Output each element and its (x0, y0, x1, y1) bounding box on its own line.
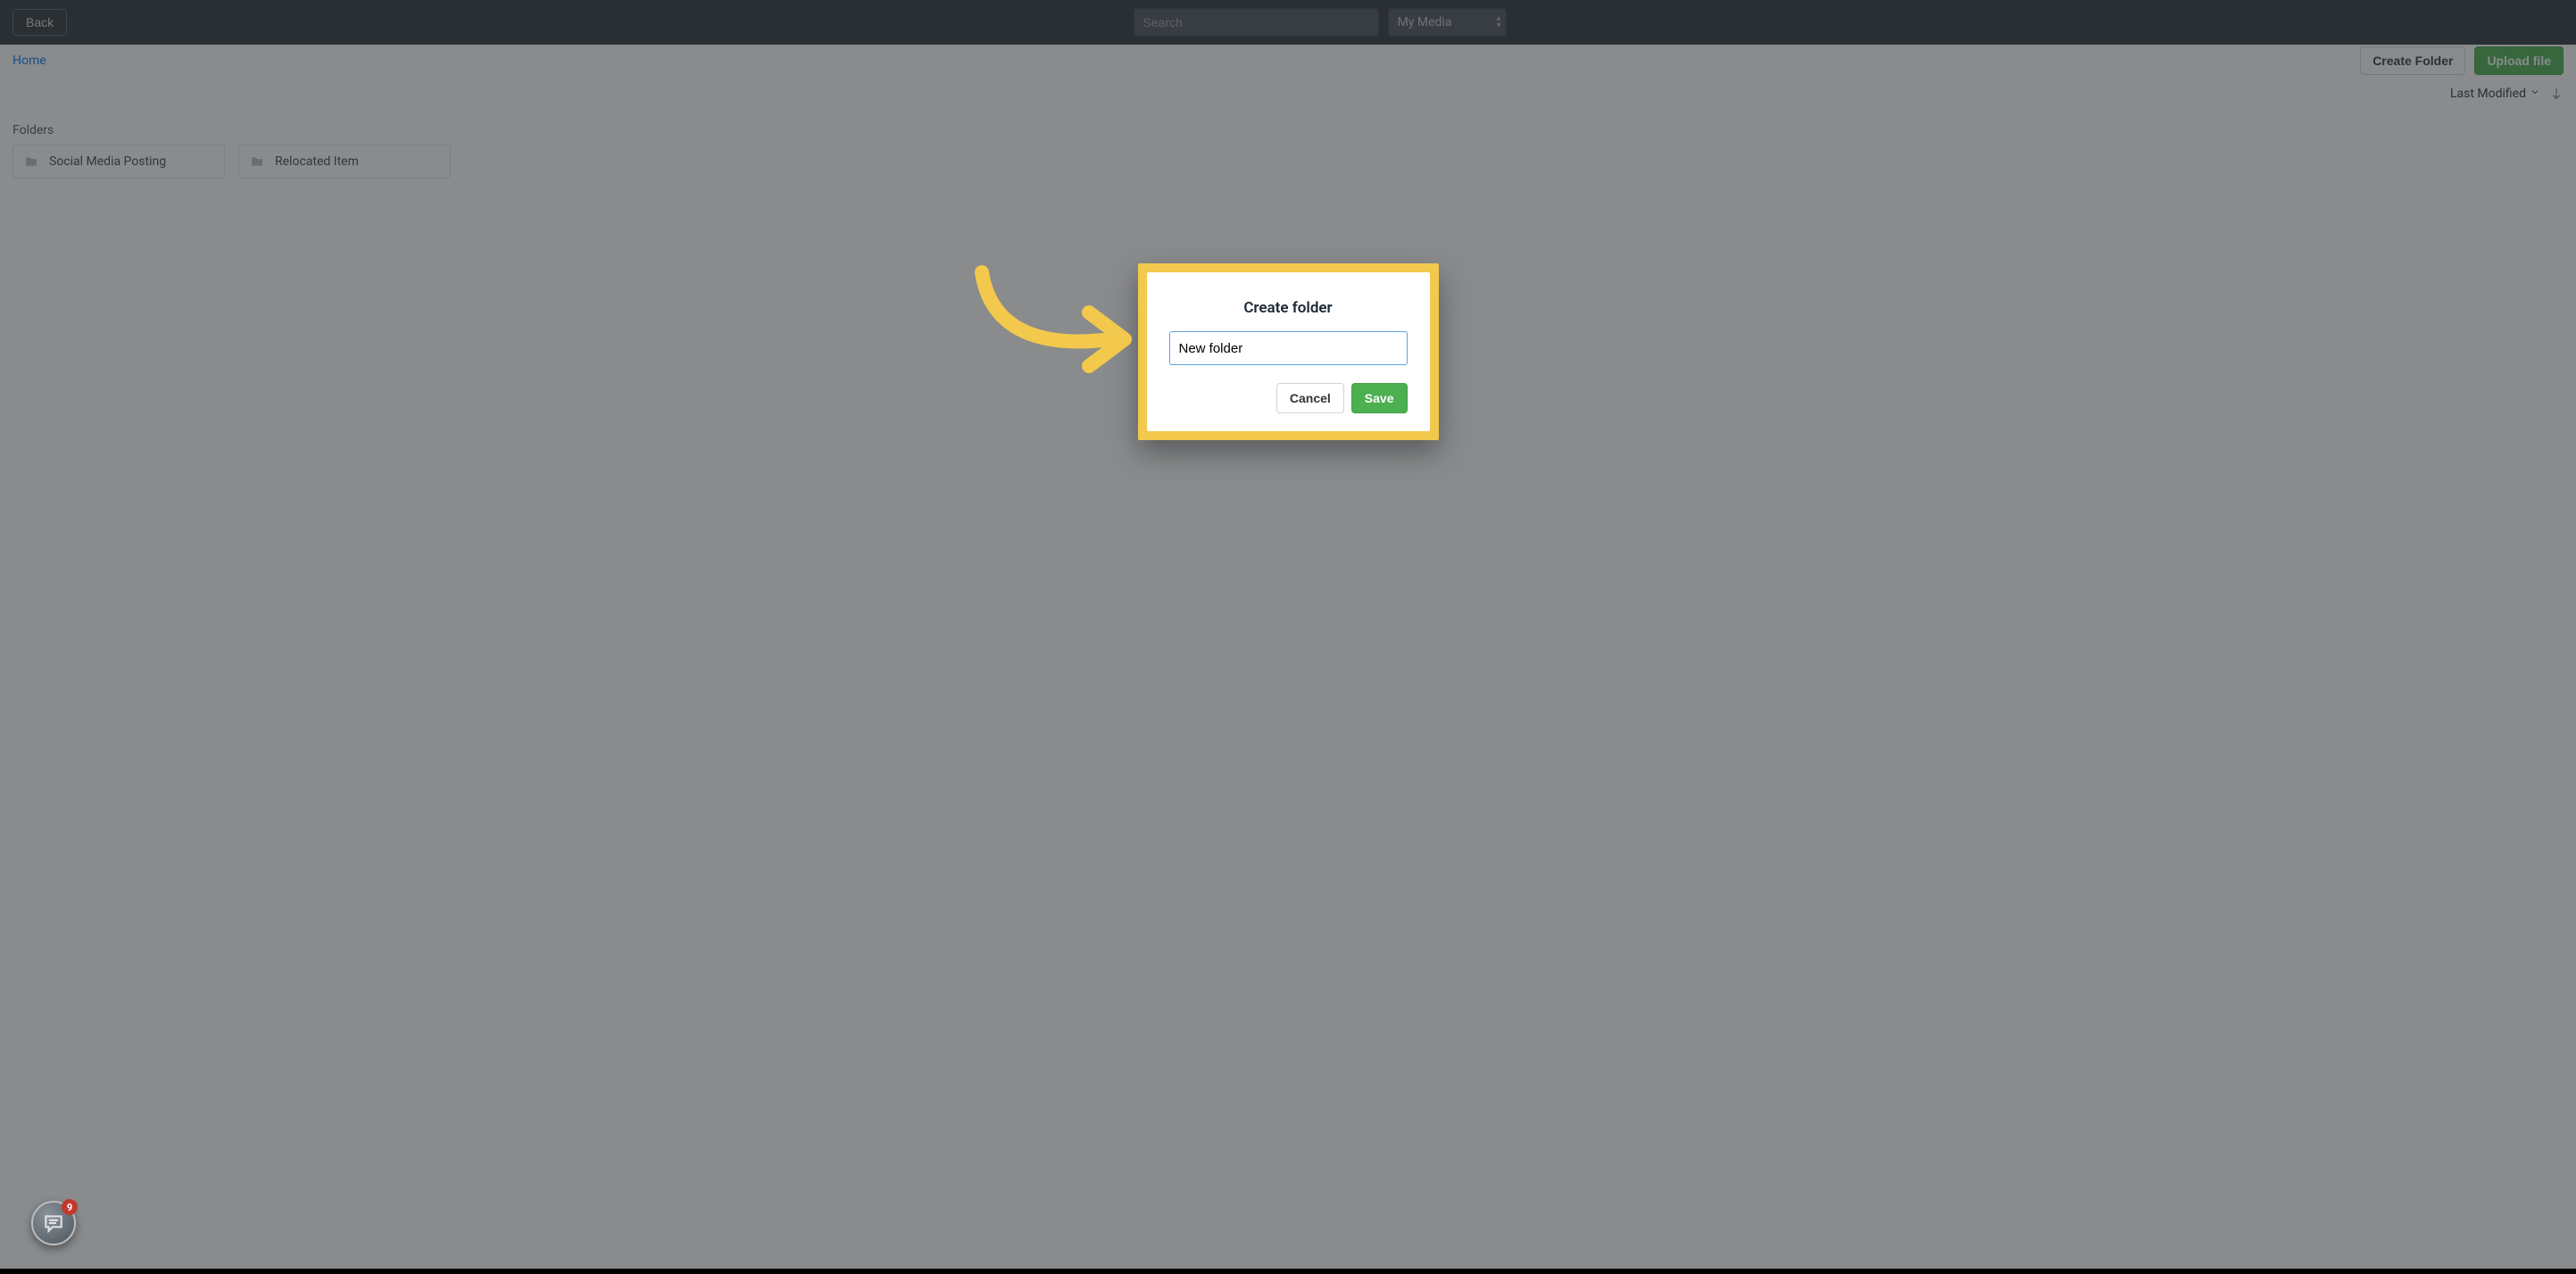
folder-name-input[interactable] (1169, 331, 1408, 365)
chat-notification-badge: 9 (62, 1199, 78, 1215)
cancel-button[interactable]: Cancel (1276, 383, 1344, 413)
modal-actions: Cancel Save (1169, 383, 1408, 413)
modal-overlay[interactable]: Create folder Cancel Save 9 (0, 0, 2576, 1274)
modal-highlight-frame: Create folder Cancel Save (1138, 263, 1439, 440)
chat-icon (42, 1212, 65, 1235)
chat-widget-button[interactable]: 9 (31, 1201, 76, 1245)
create-folder-modal: Create folder Cancel Save (1147, 272, 1430, 431)
save-button[interactable]: Save (1351, 383, 1408, 413)
annotation-arrow-icon (968, 263, 1134, 379)
bottom-edge-bar (0, 1269, 2576, 1274)
modal-title: Create folder (1169, 299, 1408, 317)
